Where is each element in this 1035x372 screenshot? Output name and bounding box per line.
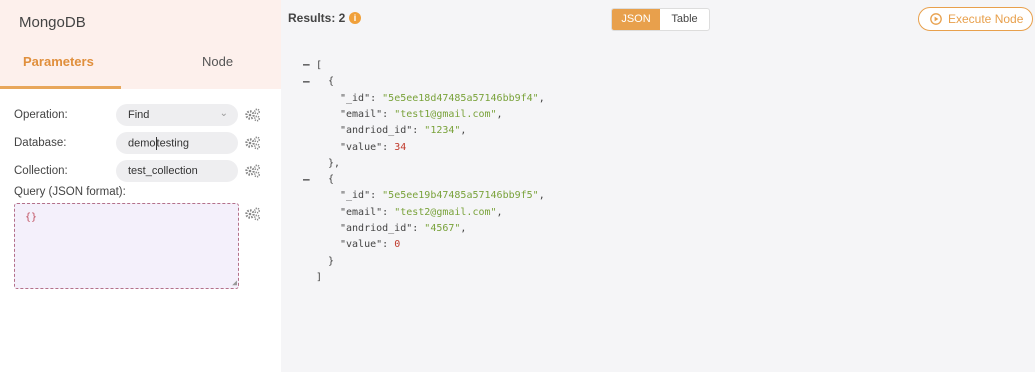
collapse-toggle[interactable]: – <box>303 173 310 186</box>
json-open-bracket: [ <box>316 60 323 71</box>
json-field-value: "value": 0 <box>340 239 401 251</box>
operation-label: Operation: <box>14 109 68 121</box>
parameters-panel: MongoDB Parameters Node Operation: Find … <box>0 0 281 372</box>
gears-icon[interactable] <box>245 164 261 178</box>
operation-select[interactable]: Find ⌄ <box>116 104 238 126</box>
query-json-editor[interactable]: {} ◢ <box>14 203 239 289</box>
json-open-brace: { <box>328 174 335 186</box>
info-icon[interactable]: i <box>349 12 361 24</box>
json-field-id: "_id": "5e5ee18d47485a57146bb9f4", <box>340 92 545 104</box>
panel-header: MongoDB Parameters Node <box>0 0 281 89</box>
json-close-bracket: ] <box>316 271 323 283</box>
active-tab-indicator <box>0 86 121 89</box>
view-toggle: JSON Table <box>611 8 710 31</box>
collapse-toggle[interactable]: – <box>303 75 310 88</box>
tab-parameters[interactable]: Parameters <box>23 54 94 69</box>
collapse-toggle[interactable]: – <box>303 58 310 71</box>
results-count: Results: 2 <box>288 11 346 25</box>
view-json-button[interactable]: JSON <box>612 9 661 30</box>
query-value: {} <box>25 212 38 223</box>
collection-input[interactable]: test_collection <box>116 160 238 182</box>
execute-node-button[interactable]: Execute Node <box>918 7 1033 31</box>
json-close-brace: } <box>328 255 335 267</box>
json-open-brace: { <box>328 76 335 88</box>
json-field-value: "value": 34 <box>340 141 407 153</box>
play-circle-icon <box>930 13 942 25</box>
view-table-button[interactable]: Table <box>660 9 709 30</box>
collection-label: Collection: <box>14 165 68 177</box>
chevron-down-icon: ⌄ <box>219 108 228 119</box>
gears-icon[interactable] <box>245 207 261 221</box>
database-label: Database: <box>14 137 67 149</box>
gears-icon[interactable] <box>245 108 261 122</box>
json-field-email: "email": "test1@gmail.com", <box>340 108 503 120</box>
resize-handle-icon[interactable]: ◢ <box>232 278 237 287</box>
gears-icon[interactable] <box>245 136 261 150</box>
database-value-part: testing <box>156 137 189 150</box>
database-input[interactable]: demotesting <box>116 132 238 154</box>
query-label: Query (JSON format): <box>14 186 126 198</box>
json-field-id: "_id": "5e5ee19b47485a57146bb9f5", <box>340 190 545 202</box>
node-title: MongoDB <box>19 14 86 31</box>
database-value-part: demo <box>128 137 156 150</box>
execute-label: Execute Node <box>948 12 1024 26</box>
json-field-email: "email": "test2@gmail.com", <box>340 206 503 218</box>
tab-node[interactable]: Node <box>202 54 233 69</box>
json-field-andriodid: "andriod_id": "1234", <box>340 125 467 137</box>
collection-value: test_collection <box>128 165 198 177</box>
json-field-andriodid: "andriod_id": "4567", <box>340 223 467 234</box>
json-close-brace: }, <box>328 157 341 169</box>
operation-value: Find <box>128 109 150 121</box>
